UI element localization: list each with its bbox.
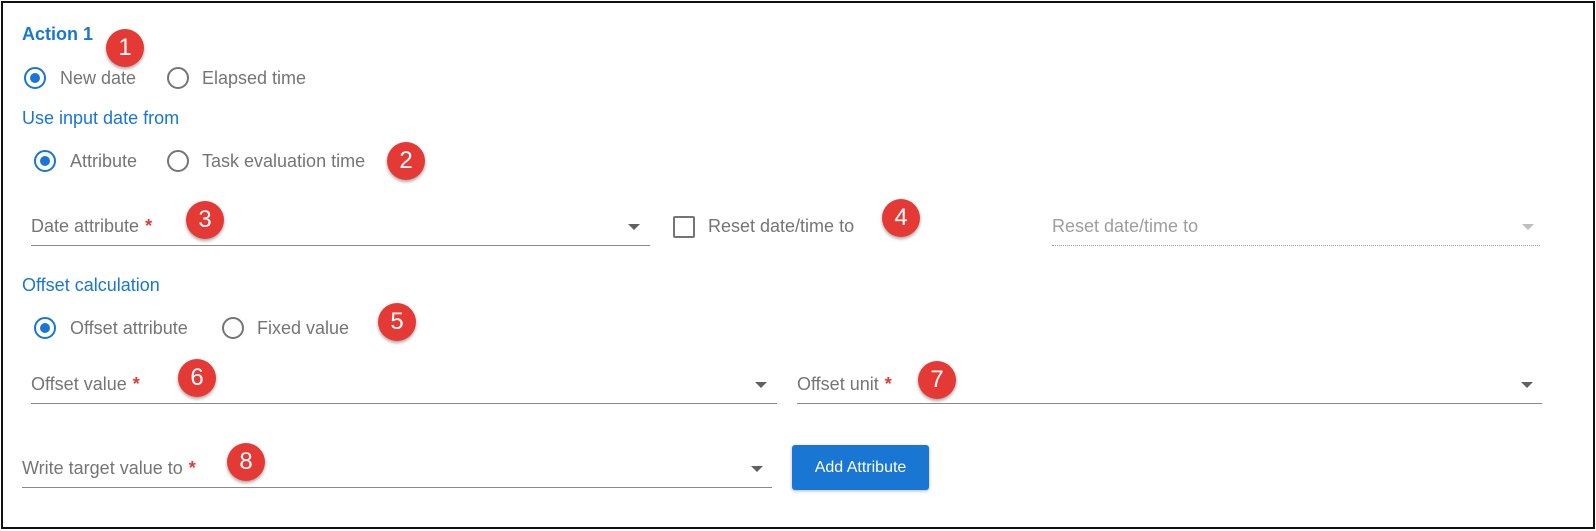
callout-marker-1: 1 [106,29,144,67]
date-attribute-select[interactable]: Date attribute * [31,210,650,248]
callout-marker-7: 7 [918,361,956,399]
write-target-label: Write target value to * [22,458,196,478]
offset-value-label: Offset value * [31,374,140,394]
radio-offset-attribute[interactable]: Offset attribute [34,317,209,343]
radio-attribute-label: Attribute [70,151,138,171]
chevron-down-icon[interactable] [755,382,767,388]
field-underline [31,403,777,404]
write-target-select[interactable]: Write target value to * [22,452,772,490]
radio-offset-attribute-label: Offset attribute [70,318,188,338]
reset-checkbox-box[interactable] [673,216,695,238]
chevron-down-icon[interactable] [628,224,640,230]
offset-unit-label: Offset unit * [797,374,892,394]
add-attribute-button[interactable]: Add Attribute [792,445,929,490]
required-marker: * [145,216,153,236]
radio-task-evaluation-time[interactable]: Task evaluation time [167,150,387,176]
radio-task-evaluation-time-label: Task evaluation time [202,151,366,171]
reset-datetime-label: Reset date/time to [1052,216,1199,236]
chevron-down-icon[interactable] [1521,382,1533,388]
required-marker: * [188,458,196,478]
radio-offset-attribute-button[interactable] [34,317,56,339]
input-date-heading: Use input date from [22,108,180,128]
field-underline [22,487,772,488]
radio-new-date-button[interactable] [24,67,46,89]
radio-task-evaluation-time-button[interactable] [167,150,189,172]
radio-fixed-value-button[interactable] [222,317,244,339]
date-attribute-label: Date attribute * [31,216,153,236]
required-marker: * [884,374,892,394]
radio-new-date-label: New date [60,68,137,88]
callout-marker-8: 8 [227,443,265,481]
radio-elapsed-time-label: Elapsed time [202,68,307,88]
callout-marker-4: 4 [882,199,920,237]
chevron-down-icon[interactable] [1522,224,1534,230]
radio-fixed-value[interactable]: Fixed value [222,317,367,343]
radio-attribute[interactable]: Attribute [34,150,154,176]
radio-new-date[interactable]: New date [24,67,149,93]
callout-marker-2: 2 [387,142,425,180]
field-underline [1052,245,1540,246]
radio-elapsed-time-button[interactable] [167,67,189,89]
field-underline [797,403,1542,404]
chevron-down-icon[interactable] [751,466,763,472]
radio-fixed-value-label: Fixed value [257,318,350,338]
offset-unit-select[interactable]: Offset unit * [797,368,1542,406]
field-underline [31,245,650,246]
radio-elapsed-time[interactable]: Elapsed time [167,67,327,93]
callout-marker-6: 6 [178,359,216,397]
required-marker: * [132,374,140,394]
reset-checkbox-label: Reset date/time to [708,216,855,236]
radio-attribute-button[interactable] [34,150,56,172]
offset-heading: Offset calculation [22,275,160,295]
reset-checkbox[interactable]: Reset date/time to [673,215,873,241]
action-title: Action 1 [22,24,94,44]
offset-value-select[interactable]: Offset value * [31,368,777,406]
reset-datetime-select[interactable]: Reset date/time to [1052,210,1540,248]
callout-marker-5: 5 [378,303,416,341]
callout-marker-3: 3 [186,201,224,239]
